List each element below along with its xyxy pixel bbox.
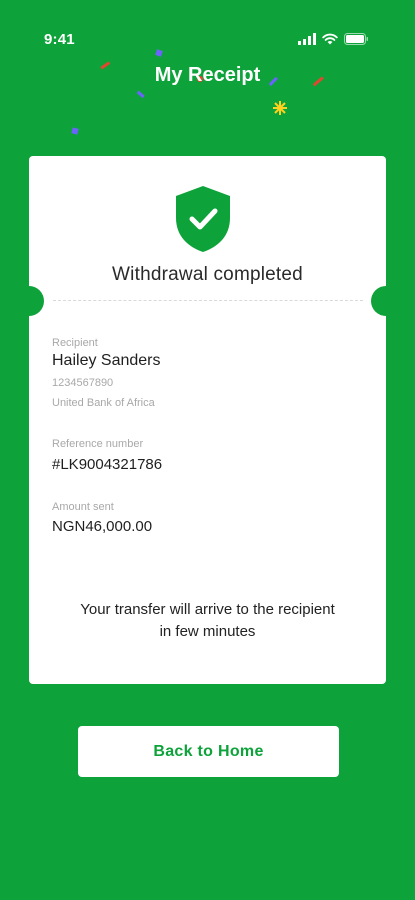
reference-value: #LK9004321786 [52,456,163,473]
wifi-icon [322,32,338,50]
page-title: My Receipt [154,64,261,86]
amount-value: NGN46,000.00 [52,518,153,535]
recipient-name: Hailey Sanders [52,352,161,369]
cellular-signal-icon [298,32,316,50]
amount-label: Amount sent [52,501,114,513]
back-to-home-button[interactable]: Back to Home [78,726,339,777]
bank-name: United Bank of Africa [52,397,155,409]
arrival-message-line1: Your transfer will arrive to the recipie… [80,601,335,618]
shield-check-icon [173,184,233,254]
ticket-notch-right [371,286,401,316]
status-time: 9:41 [44,31,75,48]
recipient-label: Recipient [52,337,98,349]
reference-label: Reference number [52,438,144,450]
account-number: 1234567890 [52,377,114,389]
dashed-divider [53,300,363,301]
receipt-card: Withdrawal completed Recipient Hailey Sa… [29,156,386,684]
arrival-message: Your transfer will arrive to the recipie… [29,599,386,643]
status-icons [298,32,369,50]
receipt-title: Withdrawal completed [112,264,303,285]
ticket-notch-left [14,286,44,316]
battery-icon [344,32,369,50]
arrival-message-line2: in few minutes [159,623,256,640]
